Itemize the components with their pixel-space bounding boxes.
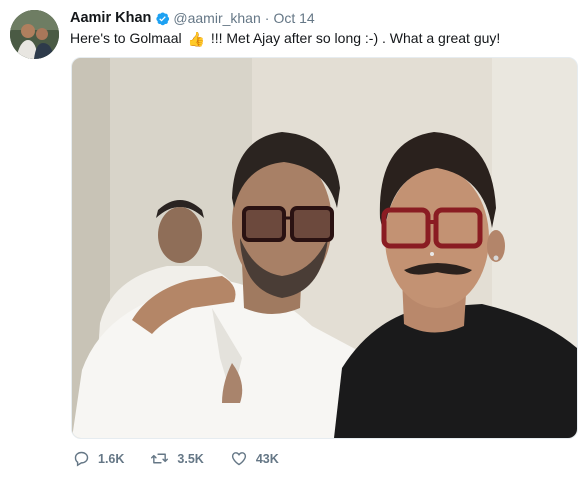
retweet-icon: [151, 453, 169, 464]
like-count: 43K: [255, 451, 279, 466]
separator-dot: ·: [264, 10, 270, 26]
tweet-date[interactable]: Oct 14: [273, 10, 314, 26]
reply-action[interactable]: 1.6K: [73, 450, 124, 467]
tweet-header: Aamir Khan @aamir_khan · Oct 14: [70, 8, 315, 28]
author-handle[interactable]: @aamir_khan: [173, 10, 260, 26]
author-name[interactable]: Aamir Khan: [70, 10, 151, 26]
verified-badge-icon: [155, 11, 170, 26]
tweet-actions: 1.6K 3.5K 43K: [73, 450, 305, 467]
tweet-card[interactable]: Aamir Khan @aamir_khan · Oct 14 Here's t…: [0, 0, 582, 478]
avatar[interactable]: [10, 10, 59, 59]
tweet-media-photo[interactable]: [71, 57, 578, 439]
tweet-text: Here's to Golmaal 👍 !!! Met Ajay after s…: [70, 29, 500, 48]
selfie-photo: [72, 58, 577, 438]
retweet-action[interactable]: 3.5K: [150, 450, 204, 467]
tweet-text-part-2: !!! Met Ajay after so long :-) . What a …: [210, 30, 501, 46]
thumbs-up-emoji-icon: 👍: [187, 31, 205, 47]
like-action[interactable]: 43K: [230, 450, 279, 467]
retweet-count: 3.5K: [177, 451, 204, 466]
avatar-image: [10, 10, 59, 59]
reply-count: 1.6K: [98, 451, 125, 466]
reply-icon: [74, 451, 89, 467]
heart-icon: [231, 452, 246, 466]
tweet-text-part-1: Here's to Golmaal: [70, 30, 182, 46]
